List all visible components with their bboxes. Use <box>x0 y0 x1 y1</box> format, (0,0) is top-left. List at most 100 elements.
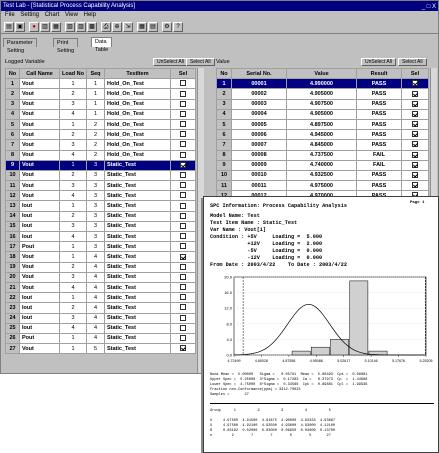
grid-view-icon[interactable]: ▦ <box>137 22 147 32</box>
table-row[interactable]: 3 00003 4.907500 PASS <box>216 98 429 110</box>
select-checkbox[interactable] <box>412 151 418 158</box>
table-row[interactable]: 13 Iout 1 3 Static_Test <box>5 200 196 212</box>
menu-help[interactable]: Help <box>84 12 96 18</box>
table-row[interactable]: 14 Iout 2 3 Static_Test <box>5 210 196 222</box>
table-row[interactable]: 8 00008 4.737500 FAIL <box>216 149 429 161</box>
select-checkbox[interactable] <box>180 263 186 270</box>
select-checkbox[interactable] <box>412 100 418 107</box>
save-icon[interactable]: ▣ <box>15 22 25 32</box>
select-checkbox[interactable] <box>180 202 186 209</box>
table-row[interactable]: 15 Iout 3 3 Static_Test <box>5 220 196 233</box>
table-row[interactable]: 6 00006 4.945000 PASS <box>216 129 429 141</box>
select-checkbox[interactable] <box>180 335 186 342</box>
table-row[interactable]: 19 Vout 2 4 Static_Test <box>5 261 196 273</box>
table-row[interactable]: 12 Vout 4 3 Static_Test <box>5 190 196 202</box>
select-checkbox[interactable] <box>180 161 186 168</box>
table-row[interactable]: 21 Vout 4 4 Static_Test <box>5 281 196 294</box>
stop-icon[interactable]: ● <box>29 22 39 32</box>
settings-icon[interactable]: ⚙ <box>162 22 172 32</box>
help-icon[interactable]: ? <box>173 22 183 32</box>
table-row[interactable]: 1 Vout 1 1 Hold_On_Test <box>5 78 196 90</box>
select-checkbox[interactable] <box>180 121 186 128</box>
left-unselect-all-button[interactable]: UnSelect All <box>153 58 188 66</box>
select-checkbox[interactable] <box>180 284 186 291</box>
table-row[interactable]: 22 Iout 1 4 Static_Test <box>5 292 196 304</box>
select-checkbox[interactable] <box>180 212 186 219</box>
select-checkbox[interactable] <box>412 90 418 97</box>
select-checkbox[interactable] <box>180 141 186 148</box>
select-checkbox[interactable] <box>180 192 186 199</box>
select-checkbox[interactable] <box>180 222 186 229</box>
table-row[interactable]: 2 00002 4.905000 PASS <box>216 88 429 100</box>
table-row[interactable]: 2 Vout 2 1 Hold_On_Test <box>5 88 196 100</box>
column-header[interactable]: Sel <box>170 67 196 80</box>
select-checkbox[interactable] <box>180 100 186 107</box>
column-header[interactable]: No <box>216 67 232 80</box>
table-row[interactable]: 17 Pout 1 3 Static_Test <box>5 241 196 253</box>
print-icon-2[interactable]: ⎙ <box>101 22 111 32</box>
table-row[interactable]: 9 Vout 1 3 Static_Test <box>5 159 196 171</box>
table-row[interactable]: 26 Pout 1 4 Static_Test <box>5 332 196 345</box>
select-checkbox[interactable] <box>412 182 418 189</box>
table-row[interactable]: 10 Vout 2 3 Static_Test <box>5 169 196 182</box>
grid-icon[interactable]: ▩ <box>87 22 97 32</box>
select-checkbox[interactable] <box>180 90 186 97</box>
select-checkbox[interactable] <box>412 131 418 138</box>
column-header[interactable]: Sel <box>401 67 429 80</box>
select-checkbox[interactable] <box>180 314 186 321</box>
table-icon[interactable]: ▤ <box>148 22 158 32</box>
tab-parameter-setting[interactable]: Parameter Setting <box>3 38 37 54</box>
bar-icon[interactable]: ▨ <box>76 22 86 32</box>
select-checkbox[interactable] <box>180 151 186 158</box>
table-row[interactable]: 23 Iout 2 4 Static_Test <box>5 302 196 314</box>
table-row[interactable]: 4 00004 4.905000 PASS <box>216 108 429 120</box>
select-checkbox[interactable] <box>412 141 418 148</box>
chart-icon[interactable]: ▥ <box>40 22 50 32</box>
export-icon[interactable]: ⇲ <box>123 22 133 32</box>
tab-data-table[interactable]: Data Table <box>91 37 113 53</box>
column-header[interactable]: Call Name <box>19 67 60 80</box>
table-row[interactable]: 27 Vout 1 5 Static_Test <box>5 343 196 355</box>
menu-setting[interactable]: Setting <box>20 12 39 18</box>
table-row[interactable]: 9 00009 4.740000 FAIL <box>216 159 429 171</box>
column-header[interactable]: Value <box>286 67 357 80</box>
select-checkbox[interactable] <box>180 80 186 87</box>
select-checkbox[interactable] <box>412 121 418 128</box>
select-checkbox[interactable] <box>180 172 186 179</box>
open-icon[interactable]: ▤ <box>4 22 14 32</box>
select-checkbox[interactable] <box>412 161 418 168</box>
table-row[interactable]: 1 00001 4.990000 PASS <box>216 78 429 90</box>
tab-print-setting[interactable]: Print Setting <box>53 38 79 54</box>
select-checkbox[interactable] <box>180 324 186 331</box>
print-icon[interactable]: ▦ <box>51 22 61 32</box>
right-select-all-button[interactable]: Select All <box>398 58 427 66</box>
select-checkbox[interactable] <box>180 253 186 260</box>
table-row[interactable]: 18 Vout 1 4 Static_Test <box>5 251 196 263</box>
table-row[interactable]: 5 Vout 1 2 Hold_On_Test <box>5 118 196 131</box>
right-unselect-all-button[interactable]: UnSelect All <box>361 58 396 66</box>
select-checkbox[interactable] <box>412 80 418 87</box>
select-checkbox[interactable] <box>412 172 418 179</box>
column-header[interactable]: Seq <box>86 67 105 80</box>
table-row[interactable]: 10 00010 4.932500 PASS <box>216 169 429 182</box>
table-row[interactable]: 7 Vout 3 2 Hold_On_Test <box>5 139 196 151</box>
column-header[interactable]: Load No <box>59 67 87 80</box>
column-header[interactable]: Result <box>356 67 402 80</box>
table-row[interactable]: 25 Iout 4 4 Static_Test <box>5 322 196 334</box>
column-header[interactable]: No <box>5 67 20 80</box>
column-header[interactable]: Serial No. <box>231 67 287 80</box>
select-checkbox[interactable] <box>180 294 186 301</box>
select-checkbox[interactable] <box>180 273 186 280</box>
column-header[interactable]: TestItem <box>104 67 171 80</box>
left-select-all-button[interactable]: Select All <box>186 58 215 66</box>
menu-view[interactable]: View <box>65 12 78 18</box>
select-checkbox[interactable] <box>180 110 186 117</box>
right-scrollbar[interactable] <box>430 68 437 198</box>
chart-icon-2[interactable]: ▧ <box>65 22 75 32</box>
table-row[interactable]: 4 Vout 4 1 Hold_On_Test <box>5 108 196 120</box>
select-checkbox[interactable] <box>180 243 186 250</box>
menu-chart[interactable]: Chart <box>45 12 60 18</box>
table-row[interactable]: 5 00005 4.897500 PASS <box>216 118 429 131</box>
table-row[interactable]: 16 Iout 4 3 Static_Test <box>5 230 196 243</box>
select-checkbox[interactable] <box>180 304 186 311</box>
